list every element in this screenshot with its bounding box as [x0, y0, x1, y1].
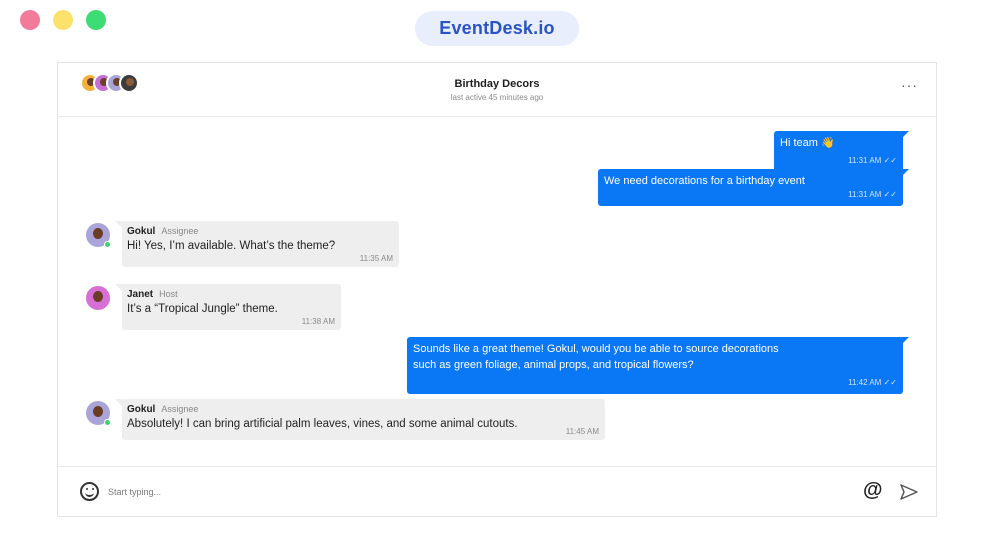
- online-indicator: [104, 241, 111, 248]
- message-meta: 11:31 AM ✓✓: [780, 153, 897, 169]
- window-controls: [20, 10, 106, 30]
- send-icon[interactable]: [899, 483, 919, 501]
- at-icon[interactable]: @: [863, 479, 883, 502]
- message-time: 11:38 AM: [301, 317, 335, 326]
- conversation-title: Birthday Decors: [454, 78, 540, 90]
- brand-badge: EventDesk.io: [415, 11, 579, 46]
- message-time: 11:31 AM: [848, 190, 882, 199]
- message-sender: Gokul Assignee: [127, 226, 393, 237]
- message-meta: 11:31 AM ✓✓: [604, 187, 897, 203]
- double-check-icon: ✓✓: [883, 156, 897, 165]
- message-text: It’s a “Tropical Jungle” theme.: [127, 303, 278, 315]
- message-composer: @: [58, 466, 936, 517]
- conversation-status: last active 45 minutes ago: [450, 93, 544, 102]
- double-check-icon: ✓✓: [883, 378, 897, 387]
- message-time: 11:35 AM: [359, 254, 393, 263]
- message-text-line2: such as green foliage, animal props, and…: [413, 359, 694, 371]
- message-bubble: Gokul Assignee Absolutely! I can bring ar…: [115, 399, 605, 440]
- close-window-button[interactable]: [20, 10, 40, 30]
- chat-window: Birthday Decors last active 45 minutes a…: [57, 62, 937, 517]
- brand-name: EventDesk.io: [439, 18, 555, 38]
- sender-role: Host: [159, 289, 178, 299]
- message-list[interactable]: Hi team 👋 11:31 AM ✓✓ We need decoration…: [58, 118, 936, 466]
- message-bubble: Gokul Assignee Hi! Yes, I’m available. Wh…: [115, 221, 399, 267]
- message-outgoing: We need decorations for a birthday event…: [598, 169, 909, 206]
- sender-name: Gokul: [127, 404, 156, 415]
- chat-header: Birthday Decors last active 45 minutes a…: [58, 63, 936, 117]
- maximize-window-button[interactable]: [86, 10, 106, 30]
- message-meta: 11:42 AM ✓✓: [413, 375, 897, 391]
- message-time: 11:31 AM: [848, 156, 882, 165]
- more-options-button[interactable]: ···: [901, 77, 918, 93]
- message-text: Hi team 👋: [780, 137, 835, 149]
- online-indicator: [104, 419, 111, 426]
- message-sender: Janet Host: [127, 289, 335, 300]
- minimize-window-button[interactable]: [53, 10, 73, 30]
- sender-role: Assignee: [161, 404, 199, 414]
- message-input[interactable]: [108, 483, 828, 501]
- message-bubble: Janet Host It’s a “Tropical Jungle” theme…: [115, 284, 341, 330]
- sender-name: Gokul: [127, 226, 156, 237]
- double-check-icon: ✓✓: [883, 190, 897, 199]
- smiley-icon[interactable]: [80, 482, 99, 501]
- message-sender: Gokul Assignee: [127, 404, 599, 415]
- message-text: Sounds like a great theme! Gokul, would …: [413, 343, 779, 355]
- message-outgoing: Sounds like a great theme! Gokul, would …: [407, 337, 909, 394]
- avatar[interactable]: [86, 286, 110, 310]
- message-time: 11:42 AM: [848, 378, 882, 387]
- sender-role: Assignee: [161, 226, 199, 236]
- message-text: Hi! Yes, I’m available. What’s the theme…: [127, 240, 336, 252]
- avatar[interactable]: [86, 223, 111, 248]
- conversation-info: Birthday Decors last active 45 minutes a…: [58, 78, 936, 102]
- sender-name: Janet: [127, 289, 154, 300]
- message-outgoing: Hi team 👋 11:31 AM ✓✓: [774, 131, 909, 172]
- avatar[interactable]: [86, 401, 111, 426]
